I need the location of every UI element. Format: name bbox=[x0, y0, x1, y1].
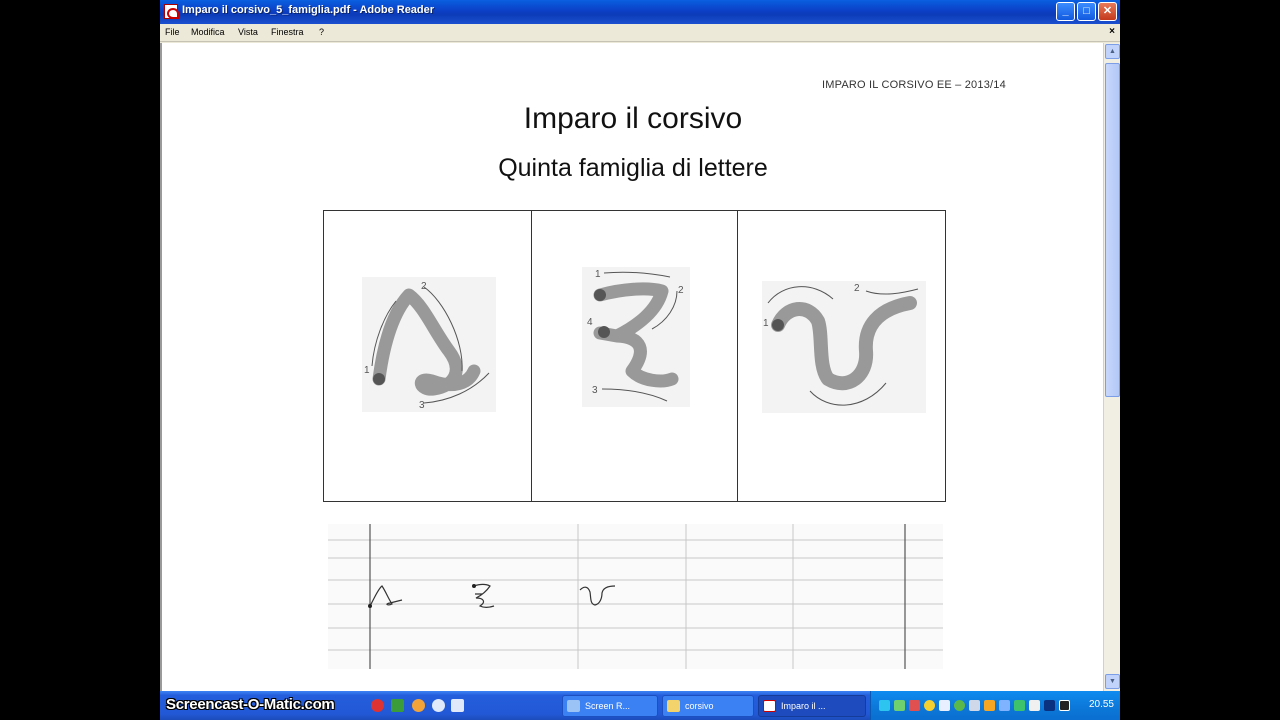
tray-icon[interactable] bbox=[1029, 700, 1040, 711]
scroll-thumb[interactable] bbox=[1105, 63, 1120, 397]
stroke-number: 4 bbox=[587, 317, 593, 328]
screencast-watermark: Screencast-O-Matic.com bbox=[166, 696, 335, 713]
document-close-icon[interactable]: × bbox=[1109, 26, 1115, 37]
lined-paper bbox=[328, 524, 943, 669]
stroke-number: 2 bbox=[854, 283, 860, 294]
menu-bar: File Modifica Vista Finestra ? × bbox=[160, 24, 1120, 42]
practice-lines bbox=[328, 524, 943, 669]
screen: Imparo il corsivo_5_famiglia.pdf - Adobe… bbox=[160, 0, 1120, 720]
window-icon bbox=[567, 700, 580, 712]
tray-icon[interactable] bbox=[879, 700, 890, 711]
quicklaunch-icon[interactable] bbox=[412, 699, 425, 712]
scroll-down-icon[interactable]: ▼ bbox=[1105, 674, 1120, 689]
quicklaunch-icon[interactable] bbox=[371, 699, 384, 712]
quicklaunch-icon[interactable] bbox=[391, 699, 404, 712]
quicklaunch-icon[interactable] bbox=[451, 699, 464, 712]
letter-v-diagram: 1 2 bbox=[762, 281, 926, 413]
page-subtitle: Quinta famiglia di lettere bbox=[498, 154, 768, 182]
clock: 20.55 bbox=[1088, 699, 1114, 710]
letter-s-diagram: 1 2 3 bbox=[362, 277, 496, 412]
scroll-up-icon[interactable]: ▲ bbox=[1105, 44, 1120, 59]
letter-cell-v: 1 2 bbox=[737, 211, 945, 501]
document-view[interactable]: IMPARO IL CORSIVO EE – 2013/14 Imparo il… bbox=[160, 43, 1103, 691]
tray-icon[interactable] bbox=[939, 700, 950, 711]
stroke-number: 2 bbox=[678, 285, 684, 296]
letter-cell-z: 1 2 3 4 bbox=[531, 211, 737, 501]
menu-file[interactable]: File bbox=[165, 27, 180, 37]
tray-icon[interactable] bbox=[909, 700, 920, 711]
letter-table: 1 2 3 1 2 3 4 1 2 bbox=[323, 210, 946, 502]
folder-icon bbox=[667, 700, 680, 712]
letter-z-diagram: 1 2 3 4 bbox=[582, 267, 690, 407]
menu-vista[interactable]: Vista bbox=[238, 27, 258, 37]
title-bar[interactable]: Imparo il corsivo_5_famiglia.pdf - Adobe… bbox=[160, 0, 1120, 24]
tray-icon[interactable] bbox=[1059, 700, 1070, 711]
stroke-number: 3 bbox=[419, 400, 425, 411]
stroke-number: 2 bbox=[421, 281, 427, 292]
tray-icon[interactable] bbox=[1014, 700, 1025, 711]
adobe-reader-icon bbox=[763, 700, 776, 712]
stroke-number: 1 bbox=[364, 365, 370, 376]
tray-icon[interactable] bbox=[984, 700, 995, 711]
maximize-button[interactable]: □ bbox=[1077, 2, 1096, 21]
menu-modifica[interactable]: Modifica bbox=[191, 27, 225, 37]
stroke-number: 1 bbox=[595, 269, 601, 280]
quicklaunch-icon[interactable] bbox=[432, 699, 445, 712]
page-header: IMPARO IL CORSIVO EE – 2013/14 bbox=[822, 79, 1006, 91]
minimize-button[interactable]: _ bbox=[1056, 2, 1075, 21]
tray-icon[interactable] bbox=[894, 700, 905, 711]
letter-cell-s: 1 2 3 bbox=[324, 211, 531, 501]
tray-icon[interactable] bbox=[969, 700, 980, 711]
tray-icon[interactable] bbox=[999, 700, 1010, 711]
pdf-page: IMPARO IL CORSIVO EE – 2013/14 Imparo il… bbox=[166, 46, 1100, 691]
vertical-scrollbar[interactable]: ▲ ▼ bbox=[1103, 43, 1120, 691]
taskbar-button-screen-recorder[interactable]: Screen R... bbox=[562, 695, 658, 717]
stroke-number: 1 bbox=[763, 318, 769, 329]
adobe-reader-icon[interactable] bbox=[164, 4, 179, 19]
stroke-number: 3 bbox=[592, 385, 598, 396]
page-title: Imparo il corsivo bbox=[523, 102, 743, 135]
menu-help[interactable]: ? bbox=[319, 27, 324, 37]
tray-icon[interactable] bbox=[1044, 700, 1055, 711]
taskbar-button-imparo[interactable]: Imparo il ... bbox=[758, 695, 866, 717]
tray-icon[interactable] bbox=[954, 700, 965, 711]
close-button[interactable]: ✕ bbox=[1098, 2, 1117, 21]
window-title: Imparo il corsivo_5_famiglia.pdf - Adobe… bbox=[182, 4, 435, 16]
taskbar-button-corsivo[interactable]: corsivo bbox=[662, 695, 754, 717]
taskbar: Screencast-O-Matic.com Screen R... corsi… bbox=[160, 691, 1120, 720]
tray-icon[interactable] bbox=[924, 700, 935, 711]
system-tray: 20.55 bbox=[870, 691, 1120, 720]
menu-finestra[interactable]: Finestra bbox=[271, 27, 304, 37]
